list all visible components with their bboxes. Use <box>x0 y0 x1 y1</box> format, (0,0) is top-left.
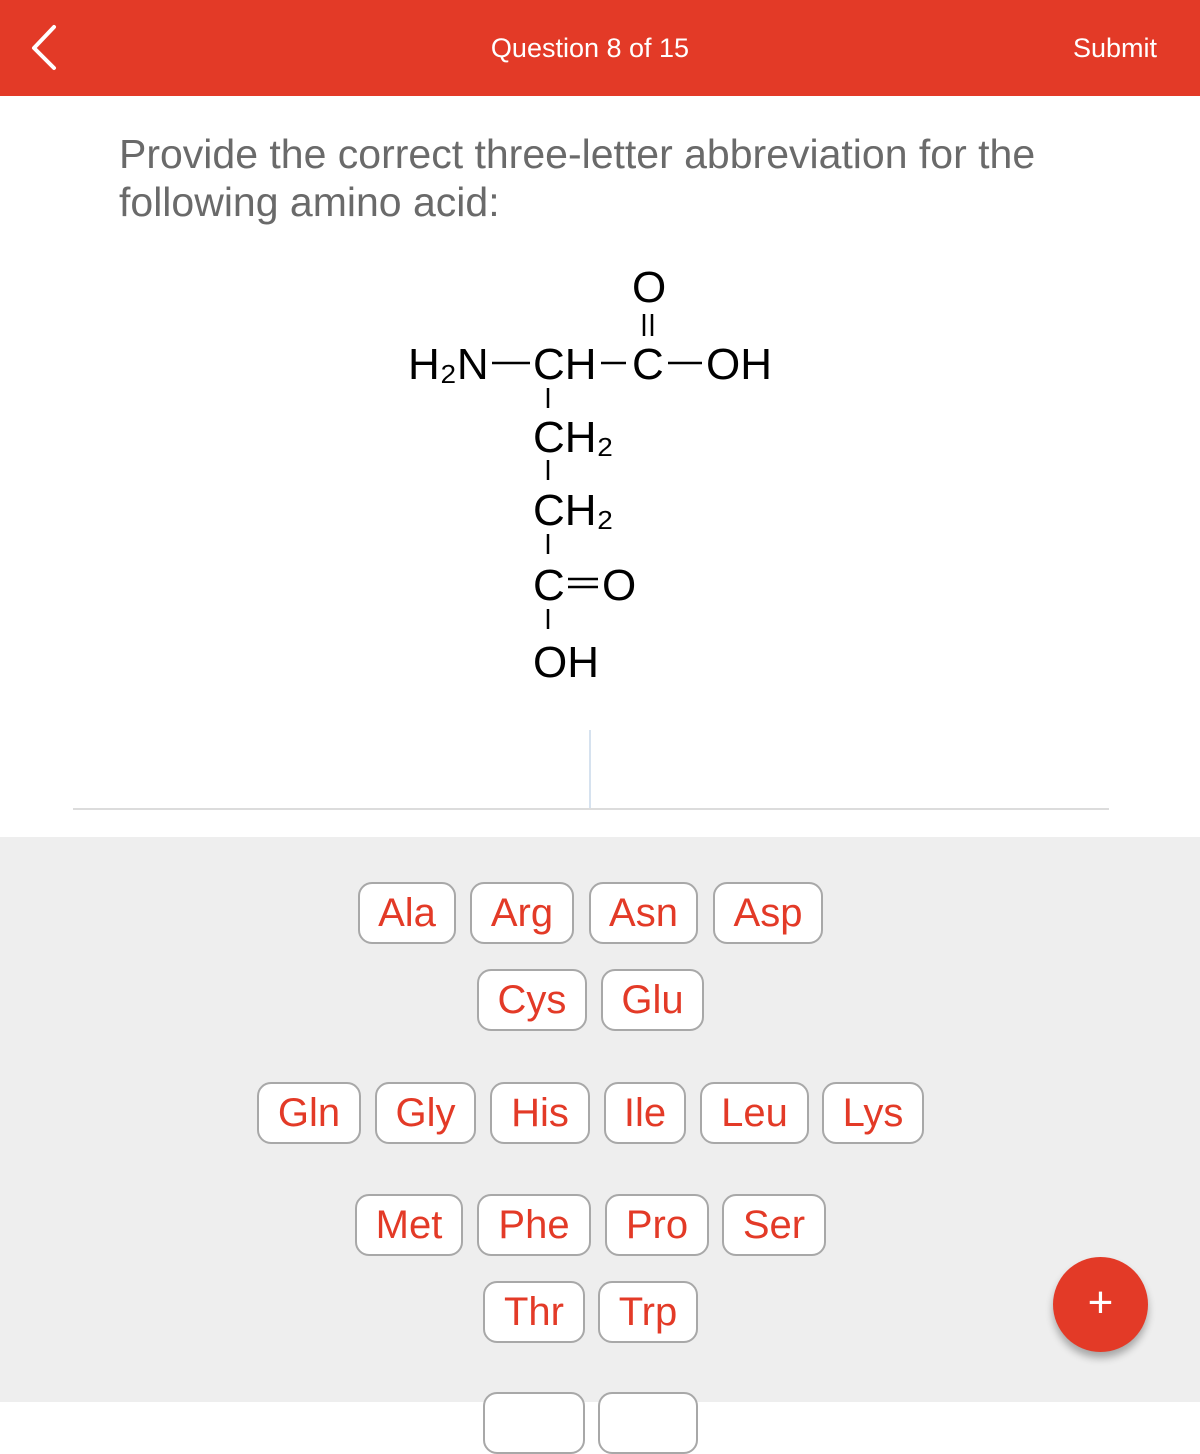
atom-side-c: C <box>533 561 565 610</box>
add-button[interactable]: + <box>1053 1257 1148 1352</box>
key-thr[interactable]: Thr <box>483 1281 585 1343</box>
atom-carboxyl-oh: OH <box>706 340 772 389</box>
key-partial-1[interactable] <box>483 1392 585 1454</box>
key-asp[interactable]: Asp <box>713 882 823 944</box>
atom-side-oh: OH <box>533 638 599 687</box>
submit-button[interactable]: Submit <box>1073 33 1157 64</box>
answer-input-underline[interactable] <box>73 808 1109 810</box>
key-lys[interactable]: Lys <box>822 1082 924 1144</box>
key-partial-2[interactable] <box>598 1392 698 1454</box>
key-ile[interactable]: Ile <box>604 1082 686 1144</box>
question-prompt: Provide the correct three-letter abbrevi… <box>119 131 1036 225</box>
key-phe[interactable]: Phe <box>477 1194 591 1256</box>
atom-side-o: O <box>602 561 636 610</box>
key-ser[interactable]: Ser <box>722 1194 826 1256</box>
text-cursor <box>589 730 591 808</box>
atom-carboxyl-o: O <box>632 263 666 312</box>
top-bar: Question 8 of 15 Submit <box>0 0 1200 96</box>
key-glu[interactable]: Glu <box>601 969 704 1031</box>
key-leu[interactable]: Leu <box>700 1082 809 1144</box>
key-cys[interactable]: Cys <box>477 969 587 1031</box>
atom-ch2-1: CH₂ <box>533 413 614 462</box>
key-asn[interactable]: Asn <box>589 882 698 944</box>
amino-acid-keyboard: Ala Arg Asn Asp Cys Glu Gln Gly His Ile … <box>0 837 1200 1454</box>
key-ala[interactable]: Ala <box>358 882 456 944</box>
question-counter: Question 8 of 15 <box>490 33 690 63</box>
key-his[interactable]: His <box>490 1082 590 1144</box>
atom-alpha-ch: CH <box>533 340 597 389</box>
key-arg[interactable]: Arg <box>470 882 574 944</box>
key-trp[interactable]: Trp <box>598 1281 698 1343</box>
atom-carboxyl-c: C <box>632 340 664 389</box>
key-gly[interactable]: Gly <box>375 1082 476 1144</box>
key-gln[interactable]: Gln <box>257 1082 361 1144</box>
atom-amine: H₂N <box>408 340 489 389</box>
key-pro[interactable]: Pro <box>605 1194 709 1256</box>
key-met[interactable]: Met <box>355 1194 463 1256</box>
molecule-structure: O H₂N CH C OH CH₂ CH₂ C O OH <box>380 262 820 702</box>
plus-icon: + <box>1087 1278 1114 1327</box>
atom-ch2-2: CH₂ <box>533 486 614 535</box>
